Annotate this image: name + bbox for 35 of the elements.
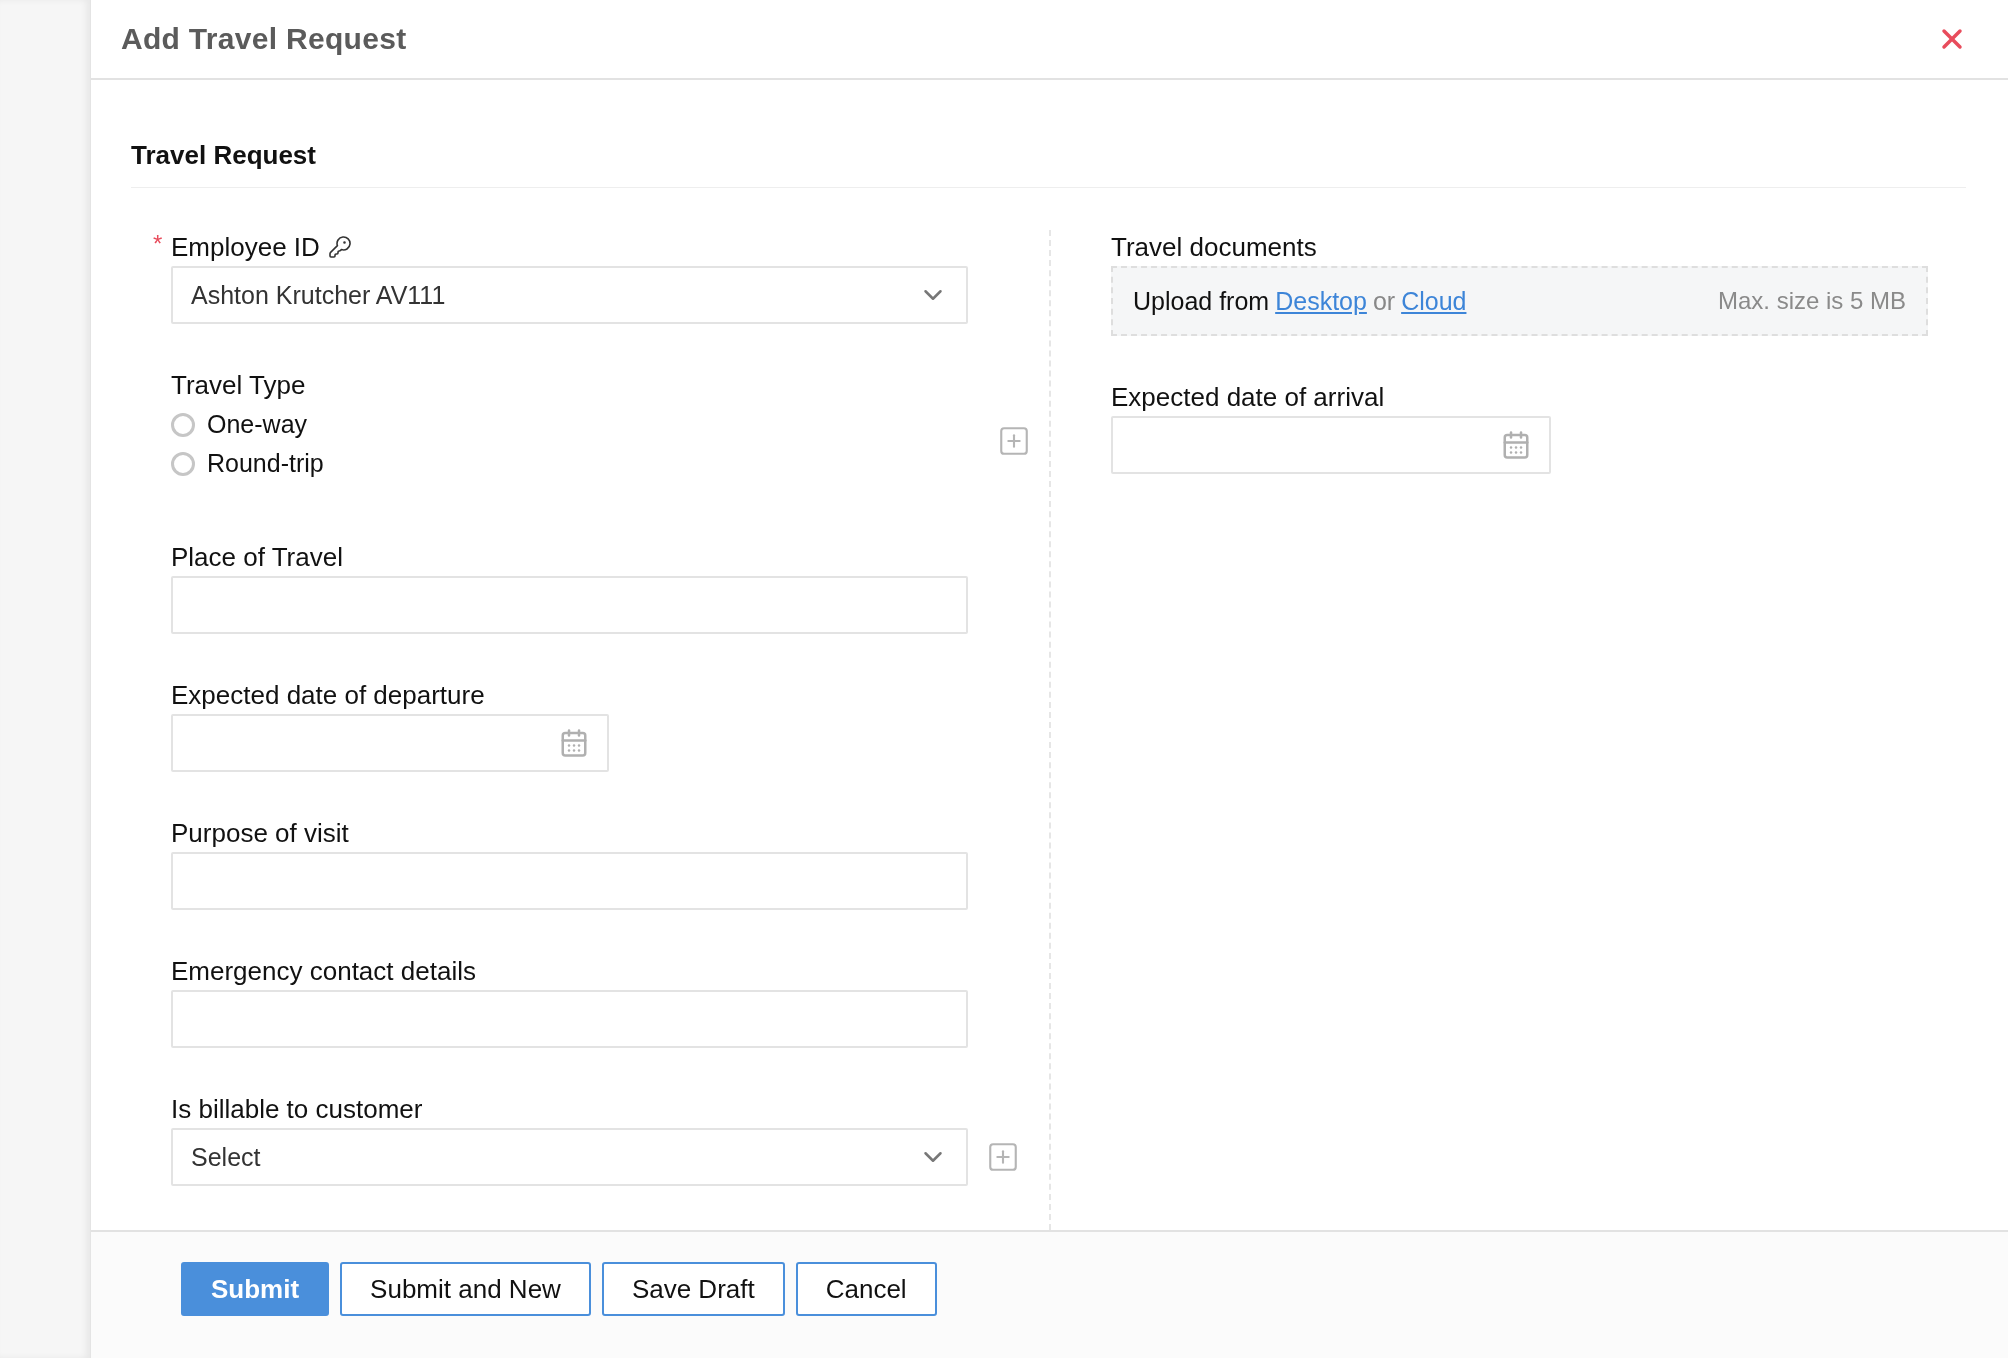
add-icon[interactable]: [986, 1140, 1020, 1174]
field-label: Expected date of departure: [171, 679, 485, 711]
secondary-button[interactable]: Cancel: [795, 1262, 937, 1316]
joiner-text: or: [1372, 286, 1396, 316]
field-label: Travel documents: [1111, 231, 1317, 263]
dialog-title: Add Travel Request: [121, 22, 407, 56]
date-field[interactable]: [171, 714, 609, 772]
input-field[interactable]: [171, 990, 968, 1048]
field-label: Place of Travel: [171, 541, 343, 573]
field-label: Emergency contact details: [171, 955, 476, 987]
field-label: Expected date of arrival: [1111, 381, 1385, 413]
input-field[interactable]: [171, 576, 968, 634]
field-label: Employee ID: [171, 231, 320, 263]
cloud-link[interactable]: Cloud: [1401, 286, 1467, 316]
field-label: Is billable to customer: [171, 1093, 423, 1125]
desktop-link[interactable]: Desktop: [1275, 286, 1367, 316]
section-title: Travel Request: [131, 140, 1966, 188]
upload-dropzone[interactable]: Upload from Desktop or Cloud Max. size is 5 MB: [1111, 266, 1928, 336]
date-field[interactable]: [1111, 416, 1551, 474]
radio-option[interactable]: One-way: [171, 410, 324, 439]
calendar-icon: [1501, 430, 1531, 460]
radio-option[interactable]: Round-trip: [171, 449, 324, 478]
calendar-icon: [559, 728, 589, 758]
field-label: Travel Type: [171, 369, 306, 401]
input-field[interactable]: [171, 852, 968, 910]
upload-text: Upload from: [1133, 286, 1270, 316]
required-asterisk: *: [153, 230, 163, 258]
key-icon[interactable]: [327, 235, 352, 259]
size-note: Max. size is 5 MB: [1717, 287, 1906, 315]
secondary-button[interactable]: Submit and New: [340, 1262, 591, 1316]
secondary-button[interactable]: Save Draft: [601, 1262, 785, 1316]
field-label: Purpose of visit: [171, 817, 349, 849]
select-field[interactable]: Ashton Krutcher AV111: [171, 266, 968, 324]
add-icon[interactable]: [997, 424, 1031, 458]
select-field[interactable]: Select: [171, 1128, 968, 1186]
